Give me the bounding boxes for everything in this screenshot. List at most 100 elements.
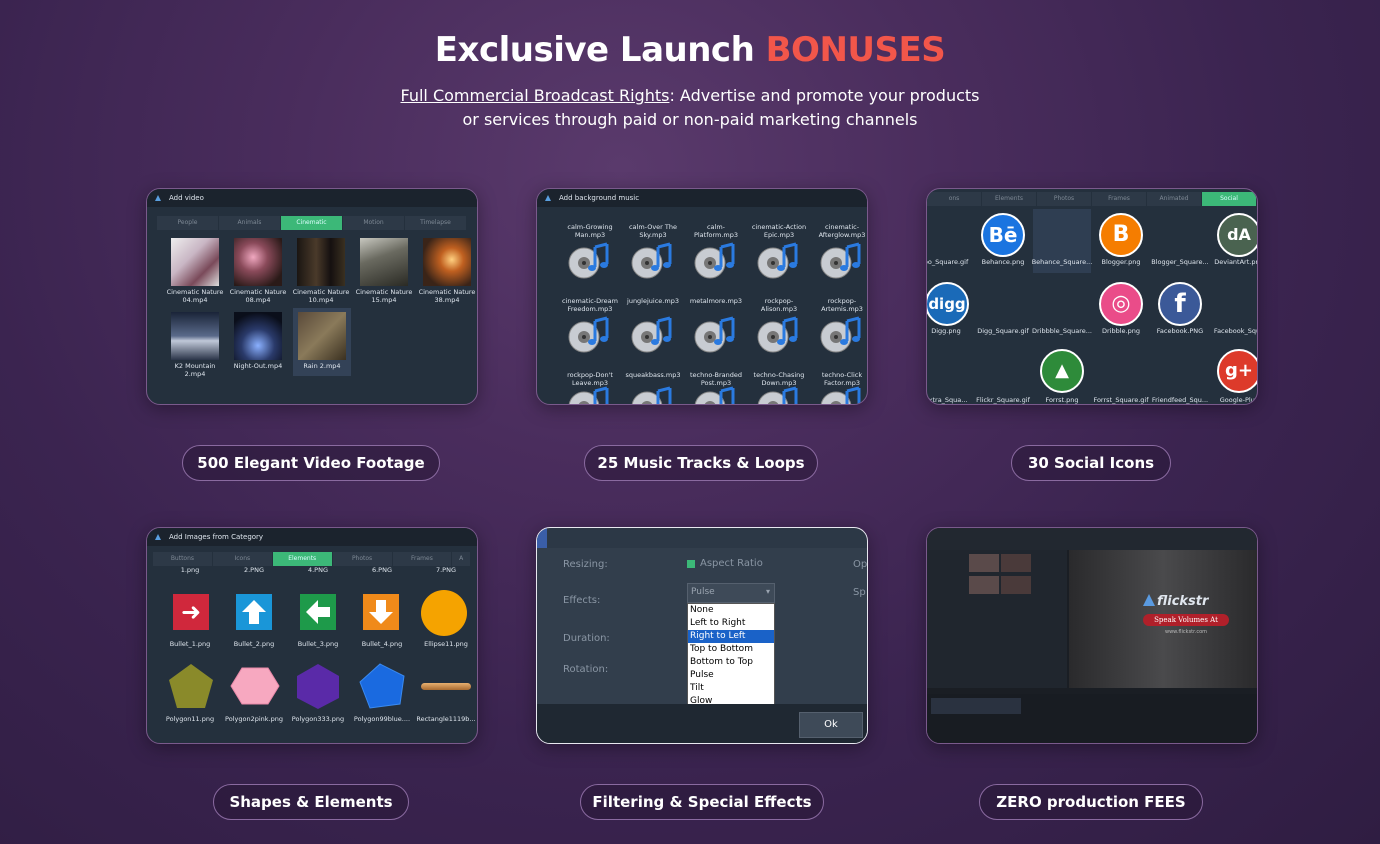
music-note-icon[interactable] [693,241,735,281]
timeline[interactable] [927,694,1257,743]
ok-button[interactable]: Ok [799,712,863,738]
video-thumbnail[interactable] [171,238,219,286]
digg-icon[interactable]: digg [927,282,969,326]
video-caption: Cinematic Nature 04.mp4 [166,288,224,304]
timeline-clip[interactable] [931,698,1021,714]
video-thumbnail[interactable] [360,238,408,286]
social-icons-label: 30 Social Icons [1011,445,1171,481]
tab-animated[interactable]: Animated [1147,192,1201,206]
video-thumbnail[interactable] [234,312,282,360]
video-thumbnail[interactable] [298,312,346,360]
duration-label: Duration: [563,633,610,644]
music-caption: junglejuice.mp3 [627,297,679,305]
music-note-icon[interactable] [693,385,735,404]
tab-cinematic[interactable]: Cinematic [281,216,342,230]
tab-animals[interactable]: Animals [219,216,280,230]
deviantart-icon[interactable]: dA [1217,213,1257,257]
tab-more[interactable]: A [452,552,471,566]
tab-icons[interactable]: Icons [212,552,272,566]
tab-frames[interactable]: Frames [392,552,452,566]
video-thumbnail[interactable] [234,238,282,286]
dribbble-icon[interactable]: ◎ [1099,282,1143,326]
music-note-icon[interactable] [819,315,861,355]
clip-thumbnail[interactable] [1001,576,1031,594]
music-note-icon[interactable] [630,241,672,281]
zero-fees-label: ZERO production FEES [979,784,1203,820]
music-note-icon[interactable] [567,315,609,355]
social-caption: Google-Plus [1219,396,1258,404]
behance-icon[interactable]: Bē [981,213,1025,257]
rectangle-shape[interactable] [421,683,471,690]
social-caption: Friendfeed_Squ... [1151,396,1209,404]
tab-timelapse[interactable]: Timelapse [405,216,466,230]
tab-elements[interactable]: Elements [272,552,332,566]
social-icons-card: ons Elements Photos Frames Animated Soci… [926,188,1258,405]
video-thumbnail[interactable] [423,238,471,286]
effects-select[interactable]: Pulse ▾ [687,583,775,603]
tab-photos[interactable]: Photos [1037,192,1091,206]
effect-option[interactable]: Top to Bottom [688,643,774,656]
music-caption: cinematic-Dream Freedom.mp3 [562,297,618,313]
social-caption: DeviantArt.png [1214,258,1257,266]
tab-photos[interactable]: Photos [332,552,392,566]
tab-people[interactable]: People [157,216,218,230]
pentagon-olive-shape[interactable] [167,662,215,714]
aspect-ratio-label: Aspect Ratio [700,558,763,569]
editor-toolbar [927,528,1257,550]
aspect-ratio-checkbox[interactable] [687,560,695,568]
pentagon-blue-shape[interactable] [358,662,406,714]
effects-select-value: Pulse [691,587,715,597]
clip-thumbnail[interactable] [1001,554,1031,572]
video-caption: K2 Mountain 2.mp4 [174,362,216,378]
effect-option[interactable]: Pulse [688,669,774,682]
tab-frames[interactable]: Frames [1092,192,1146,206]
social-caption: Blogger.png [1101,258,1141,266]
social-caption: Flickr_Square.gif [976,396,1030,404]
op-label: Op [853,559,868,570]
music-note-icon[interactable] [756,241,798,281]
ellipse-shape[interactable] [421,590,467,636]
effects-label: Effects: [563,595,601,606]
right-arrow-icon[interactable]: ➜ [173,594,209,630]
music-note-icon[interactable] [756,385,798,404]
music-note-icon[interactable] [630,315,672,355]
video-thumbnail[interactable] [171,312,219,360]
music-note-icon[interactable] [567,385,609,404]
hexagon-purple-shape[interactable] [295,662,341,714]
music-note-icon[interactable] [756,315,798,355]
tab-buttons[interactable]: Buttons [153,552,212,566]
effect-option[interactable]: Right to Left [688,630,774,643]
hexagon-pink-shape[interactable] [230,662,280,714]
effect-option[interactable]: Bottom to Top [688,656,774,669]
tab-icons[interactable]: ons [927,192,981,206]
social-caption: Forrst.png [1045,396,1079,404]
music-note-icon[interactable] [819,241,861,281]
up-arrow-icon[interactable] [236,594,272,630]
shape-caption: 4.PNG [307,566,329,574]
effect-option[interactable]: Left to Right [688,617,774,630]
video-thumbnail[interactable] [297,238,345,286]
effect-option[interactable]: Tilt [688,682,774,695]
tab-motion[interactable]: Motion [343,216,404,230]
effects-label: Filtering & Special Effects [580,784,824,820]
rights-link[interactable]: Full Commercial Broadcast Rights [401,86,670,105]
tab-elements[interactable]: Elements [982,192,1036,206]
clip-thumbnail[interactable] [969,576,999,594]
music-note-icon[interactable] [693,315,735,355]
music-note-icon[interactable] [819,385,861,404]
google-plus-icon[interactable]: g+ [1217,349,1257,393]
add-images-titlebar: Add Images from Category [147,528,477,546]
tab-social[interactable]: Social [1202,192,1256,206]
video-footage-card: Add video People Animals Cinematic Motio… [146,188,478,405]
add-video-titlebar: Add video [147,189,477,207]
down-arrow-icon[interactable] [363,594,399,630]
clip-thumbnail[interactable] [969,554,999,572]
facebook-icon[interactable]: f [1158,282,1202,326]
left-arrow-icon[interactable] [300,594,336,630]
effect-option[interactable]: None [688,604,774,617]
music-note-icon[interactable] [630,385,672,404]
social-caption: Facebook.PNG [1156,327,1204,335]
blogger-icon[interactable]: B [1099,213,1143,257]
music-note-icon[interactable] [567,241,609,281]
forrst-icon[interactable]: ▲ [1040,349,1084,393]
